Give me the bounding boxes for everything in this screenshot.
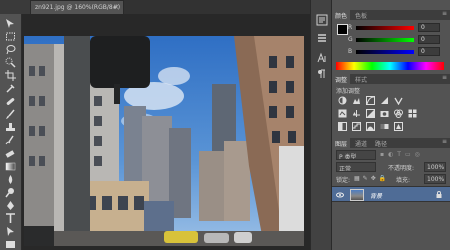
tab-styles[interactable]: 样式 — [352, 74, 370, 84]
layer-name[interactable]: 背景 — [370, 191, 382, 200]
posterize-icon[interactable] — [352, 122, 361, 131]
layer-lock-icon — [436, 191, 442, 198]
color-balance-icon[interactable] — [352, 109, 361, 118]
layer-row-background[interactable]: 背景 — [332, 186, 450, 202]
channel-mixer-icon[interactable] — [394, 109, 403, 118]
invert-icon[interactable] — [338, 122, 347, 131]
foreground-color-swatch[interactable] — [337, 24, 348, 35]
tab-paths[interactable]: 路径 — [372, 138, 390, 148]
lasso-tool-icon[interactable] — [5, 44, 16, 55]
history-panel-icon[interactable] — [316, 14, 328, 26]
fill-field[interactable]: 100% — [424, 174, 446, 184]
photo-filter-icon[interactable] — [380, 109, 389, 118]
adjustments-panel-tabs: 调整 样式 ≡ — [332, 74, 450, 84]
tab-channels[interactable]: 通道 — [352, 138, 370, 148]
layers-panel-menu-icon[interactable]: ≡ — [442, 138, 447, 145]
blue-value-field[interactable]: 0 — [418, 47, 440, 56]
visibility-eye-icon[interactable] — [336, 191, 344, 199]
lock-icons[interactable]: ▦✎✥🔒 — [354, 175, 389, 182]
fill-label: 填充: — [396, 177, 411, 184]
green-label: G — [348, 36, 353, 43]
green-value-field[interactable]: 0 — [418, 35, 440, 44]
opacity-label: 不透明度: — [388, 165, 415, 172]
levels-icon[interactable] — [352, 96, 361, 105]
blue-slider[interactable] — [356, 50, 414, 54]
color-panel-tabs: 颜色 色板 ≡ — [332, 10, 450, 20]
tools-panel — [0, 14, 22, 250]
green-slider[interactable] — [356, 38, 414, 42]
document-tab[interactable]: zn921.jpg @ 160%(RGB/8#) × — [30, 0, 124, 14]
curves-icon[interactable] — [366, 96, 375, 105]
right-panels: 颜色 色板 ≡ R 0 G 0 B 0 调整 样式 ≡ 添加调整 图层 通道 路… — [332, 0, 450, 250]
layers-panel-tabs: 图层 通道 路径 ≡ — [332, 138, 450, 148]
hue-saturation-icon[interactable] — [338, 109, 347, 118]
adjustments-panel-menu-icon[interactable]: ≡ — [442, 74, 447, 81]
gradient-tool-icon[interactable] — [5, 161, 16, 172]
tab-adjustments[interactable]: 调整 — [332, 74, 351, 84]
clone-stamp-tool-icon[interactable] — [5, 122, 16, 133]
red-value-field[interactable]: 0 — [418, 23, 440, 32]
green-slider-row: G 0 — [348, 35, 446, 44]
eyedropper-tool-icon[interactable] — [5, 83, 16, 94]
character-panel-icon[interactable] — [316, 52, 328, 64]
blend-mode-select[interactable]: 正常 — [336, 162, 376, 172]
eraser-tool-icon[interactable] — [5, 148, 16, 159]
red-slider[interactable] — [356, 26, 414, 30]
adjustments-title: 添加调整 — [336, 88, 361, 95]
crop-tool-icon[interactable] — [5, 70, 16, 81]
tab-color[interactable]: 颜色 — [332, 10, 351, 20]
layer-filter-icons[interactable]: ▪◐T▭◎ — [380, 151, 446, 159]
properties-panel-icon[interactable] — [316, 32, 328, 44]
threshold-icon[interactable] — [366, 122, 375, 131]
paragraph-panel-icon[interactable] — [316, 68, 328, 80]
document-canvas[interactable] — [24, 36, 304, 246]
brush-tool-icon[interactable] — [5, 109, 16, 120]
path-select-tool-icon[interactable] — [5, 226, 16, 237]
tab-swatches[interactable]: 色板 — [352, 10, 370, 20]
move-tool-icon[interactable] — [5, 18, 16, 29]
layer-filter-select[interactable]: P 类型 — [336, 150, 376, 160]
vibrance-icon[interactable] — [394, 96, 403, 106]
selective-color-icon[interactable] — [394, 122, 403, 131]
brightness-contrast-icon[interactable] — [338, 96, 347, 105]
tab-bar — [124, 0, 310, 14]
quick-select-tool-icon[interactable] — [5, 57, 16, 68]
opacity-field[interactable]: 100% — [424, 162, 446, 172]
blur-tool-icon[interactable] — [5, 174, 16, 185]
red-label: R — [348, 24, 353, 31]
color-lookup-icon[interactable] — [408, 109, 417, 118]
street-photo — [24, 36, 304, 246]
black-white-icon[interactable] — [366, 109, 375, 118]
pen-tool-icon[interactable] — [5, 200, 16, 211]
history-brush-tool-icon[interactable] — [5, 135, 16, 146]
gradient-map-icon[interactable] — [380, 122, 389, 131]
healing-brush-tool-icon[interactable] — [5, 96, 16, 107]
shape-tool-icon[interactable] — [5, 239, 16, 250]
red-slider-row: R 0 — [348, 23, 446, 32]
dodge-tool-icon[interactable] — [5, 187, 16, 198]
color-panel-menu-icon[interactable]: ≡ — [442, 10, 447, 17]
marquee-tool-icon[interactable] — [5, 31, 16, 42]
panel-dock — [310, 0, 332, 250]
exposure-icon[interactable] — [380, 96, 389, 105]
document-tab-title: zn921.jpg @ 160%(RGB/8#) — [35, 4, 121, 11]
type-tool-icon[interactable] — [5, 213, 16, 224]
layer-thumbnail — [350, 189, 364, 201]
lock-label: 锁定: — [336, 177, 351, 184]
blue-label: B — [348, 48, 353, 55]
close-icon[interactable]: × — [113, 3, 119, 11]
blue-slider-row: B 0 — [348, 47, 446, 56]
tab-layers[interactable]: 图层 — [332, 138, 351, 148]
color-spectrum-bar[interactable] — [336, 62, 444, 70]
layers-list-empty-area — [332, 202, 450, 250]
